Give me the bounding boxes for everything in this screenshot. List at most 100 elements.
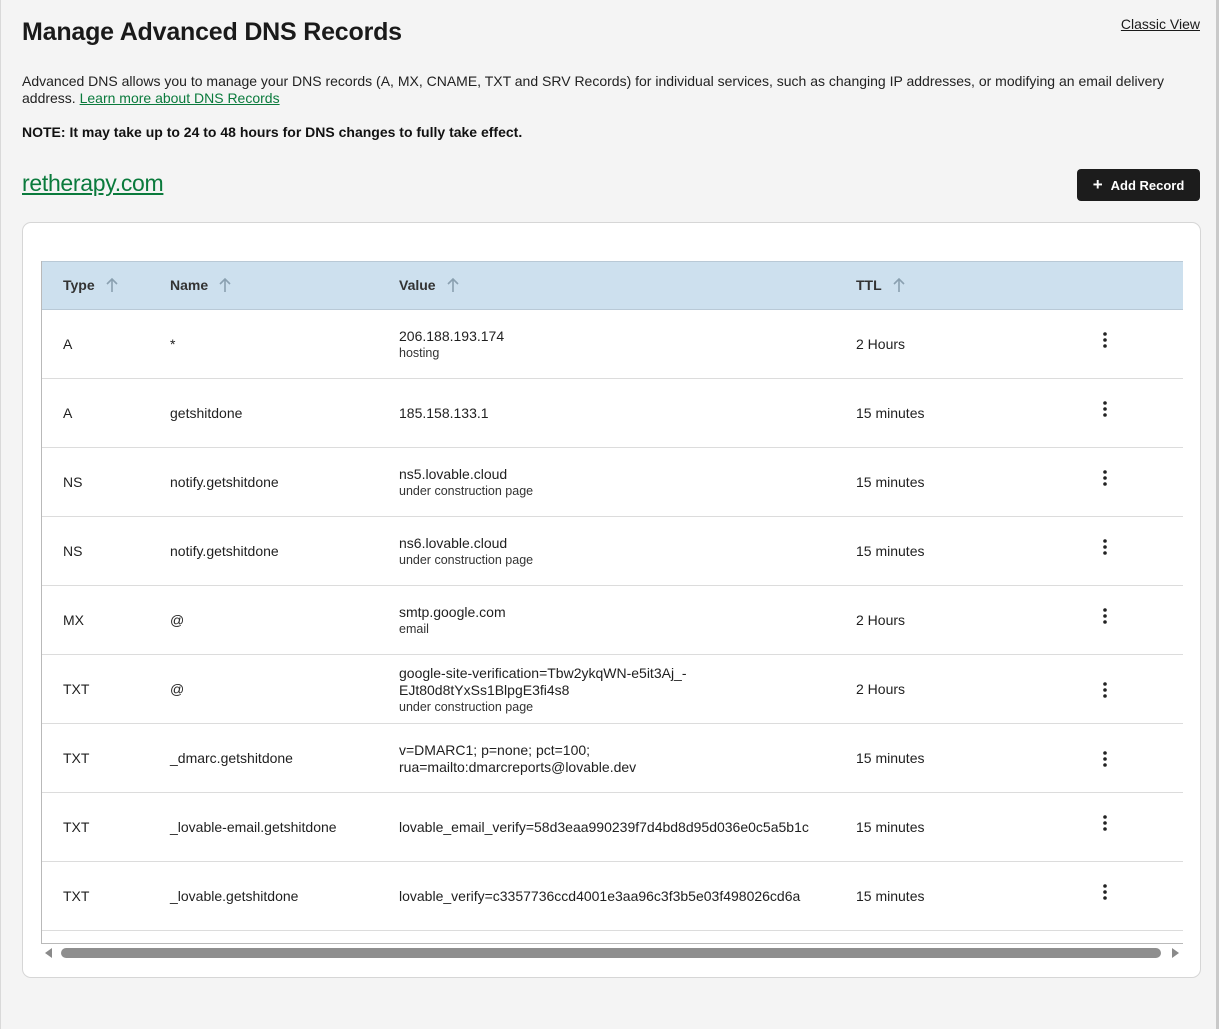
cell-value: ns6.lovable.cloud under construction page [399,535,842,568]
table-row: Agetshitdone 185.158.133.1 15 minutes [42,379,1183,448]
arrow-up-icon [447,277,459,292]
kebab-dots [1103,682,1107,698]
cell-ttl: 2 Hours [856,612,906,628]
kebab-dots [1103,608,1107,624]
cell-ttl: 15 minutes [856,543,925,559]
cell-value: lovable_email_verify=58d3eaa990239f7d4bd… [399,819,842,836]
record-note: hosting [399,346,440,360]
kebab-dots [1103,815,1107,831]
table-row: TXT @ google-site-verification=Tbw2ykqWN-e… [42,655,1183,724]
table-row: NS notify.getshitdone ns6.lovable.cloud und… [42,517,1183,586]
cell-value: ns5.lovable.cloud under construction page [399,466,842,499]
record-value: lovable_email_verify=58d3eaa990239f7d4bd… [399,819,809,835]
cell-name: getshitdone [170,405,243,421]
table-row: A * 206.188.193.174 hosting 2 Hours [42,310,1183,379]
cell-value: 185.158.133.1 [399,405,842,422]
cell-name: _lovable-email.getshitdone [170,819,337,835]
dns-page: Manage Advanced DNS Records Classic View… [0,0,1219,1029]
column-header-type[interactable]: Type [63,277,119,293]
cell-type: TXT [63,888,90,904]
table-row: TXT _lovable-email.getshitdone lovable_ema… [42,793,1183,862]
cell-name: _dmarc.getshitdone [170,750,293,766]
arrow-up-icon [219,277,231,292]
cell-ttl: 15 minutes [856,750,925,766]
table-row: NS notify.getshitdone ns5.lovable.cloud und… [42,448,1183,517]
plus-icon: + [1092,175,1103,194]
horizontal-scrollbar[interactable] [41,943,1183,961]
cell-type: TXT [63,681,90,697]
cell-type: NS [63,474,83,490]
kebab-menu-icon[interactable] [1096,537,1114,557]
cell-type: TXT [63,819,90,835]
dns-records-card: Type Name Value TTL A * 206.188.193.174 hos… [22,222,1201,978]
kebab-menu-icon[interactable] [1096,749,1114,769]
record-value: smtp.google.com [399,604,506,620]
cell-ttl: 2 Hours [856,681,906,697]
table-row: MX @ smtp.google.com email 2 Hours [42,586,1183,655]
learn-more-link[interactable]: Learn more about DNS Records [80,90,280,106]
column-header-ttl[interactable]: TTL [856,277,906,293]
cell-type: A [63,405,73,421]
scrollbar-thumb[interactable] [61,948,1161,958]
record-value: google-site-verification=Tbw2ykqWN-e5it3… [399,665,687,698]
record-value: 206.188.193.174 [399,328,505,344]
record-value: v=DMARC1; p=none; pct=100; rua=mailto:dm… [399,742,637,775]
cell-type: TXT [63,750,90,766]
add-record-label: Add Record [1110,177,1185,193]
cell-name: @ [170,681,185,697]
classic-view-link[interactable]: Classic View [1121,16,1200,32]
kebab-dots [1103,539,1107,555]
cell-name: @ [170,612,185,628]
scroll-left-icon[interactable] [45,948,52,958]
cell-type: MX [63,612,84,628]
domain-link[interactable]: retherapy.com [22,170,164,197]
cell-ttl: 2 Hours [856,336,906,352]
cell-ttl: 15 minutes [856,888,925,904]
record-note: under construction page [399,484,534,498]
kebab-menu-icon[interactable] [1096,399,1114,419]
cell-ttl: 15 minutes [856,474,925,490]
arrow-up-icon [106,277,118,292]
record-value: ns5.lovable.cloud [399,466,508,482]
cell-name: _lovable.getshitdone [170,888,299,904]
cell-ttl: 15 minutes [856,819,925,835]
kebab-dots [1103,401,1107,417]
table-row: TXT _lovable.getshitdone lovable_verify=c3… [42,862,1183,931]
cell-name: notify.getshitdone [170,474,279,490]
cell-type: NS [63,543,83,559]
cell-type: A [63,336,73,352]
kebab-dots [1103,332,1107,348]
dns-records-table: Type Name Value TTL A * 206.188.193.174 hos… [41,261,1183,943]
cell-value: 206.188.193.174 hosting [399,328,842,361]
kebab-menu-icon[interactable] [1096,680,1114,700]
table-row: TXT _dmarc.getshitdone v=DMARC1; p=none; p… [42,724,1183,793]
kebab-menu-icon[interactable] [1096,813,1114,833]
kebab-dots [1103,751,1107,767]
cell-value: google-site-verification=Tbw2ykqWN-e5it3… [399,665,842,715]
cell-name: * [170,336,176,352]
record-value: 185.158.133.1 [399,405,489,421]
column-header-name[interactable]: Name [170,277,232,293]
scroll-right-icon[interactable] [1172,948,1179,958]
cell-value: lovable_verify=c3357736ccd4001e3aa96c3f3… [399,888,842,905]
page-title: Manage Advanced DNS Records [22,18,402,46]
add-record-button[interactable]: + Add Record [1077,169,1200,201]
record-value: ns6.lovable.cloud [399,535,508,551]
kebab-menu-icon[interactable] [1096,606,1114,626]
cell-ttl: 15 minutes [856,405,925,421]
arrow-up-icon [893,277,905,292]
cell-value: v=DMARC1; p=none; pct=100; rua=mailto:dm… [399,742,842,776]
record-value: lovable_verify=c3357736ccd4001e3aa96c3f3… [399,888,801,904]
kebab-dots [1103,884,1107,900]
kebab-dots [1103,470,1107,486]
column-header-value[interactable]: Value [399,277,460,293]
record-note: email [399,622,429,636]
table-header: Type Name Value TTL [42,261,1183,310]
kebab-menu-icon[interactable] [1096,330,1114,350]
cell-name: notify.getshitdone [170,543,279,559]
cell-value: smtp.google.com email [399,604,842,637]
record-note: under construction page [399,553,534,567]
kebab-menu-icon[interactable] [1096,882,1114,902]
kebab-menu-icon[interactable] [1096,468,1114,488]
dns-propagation-note: NOTE: It may take up to 24 to 48 hours f… [22,124,523,140]
